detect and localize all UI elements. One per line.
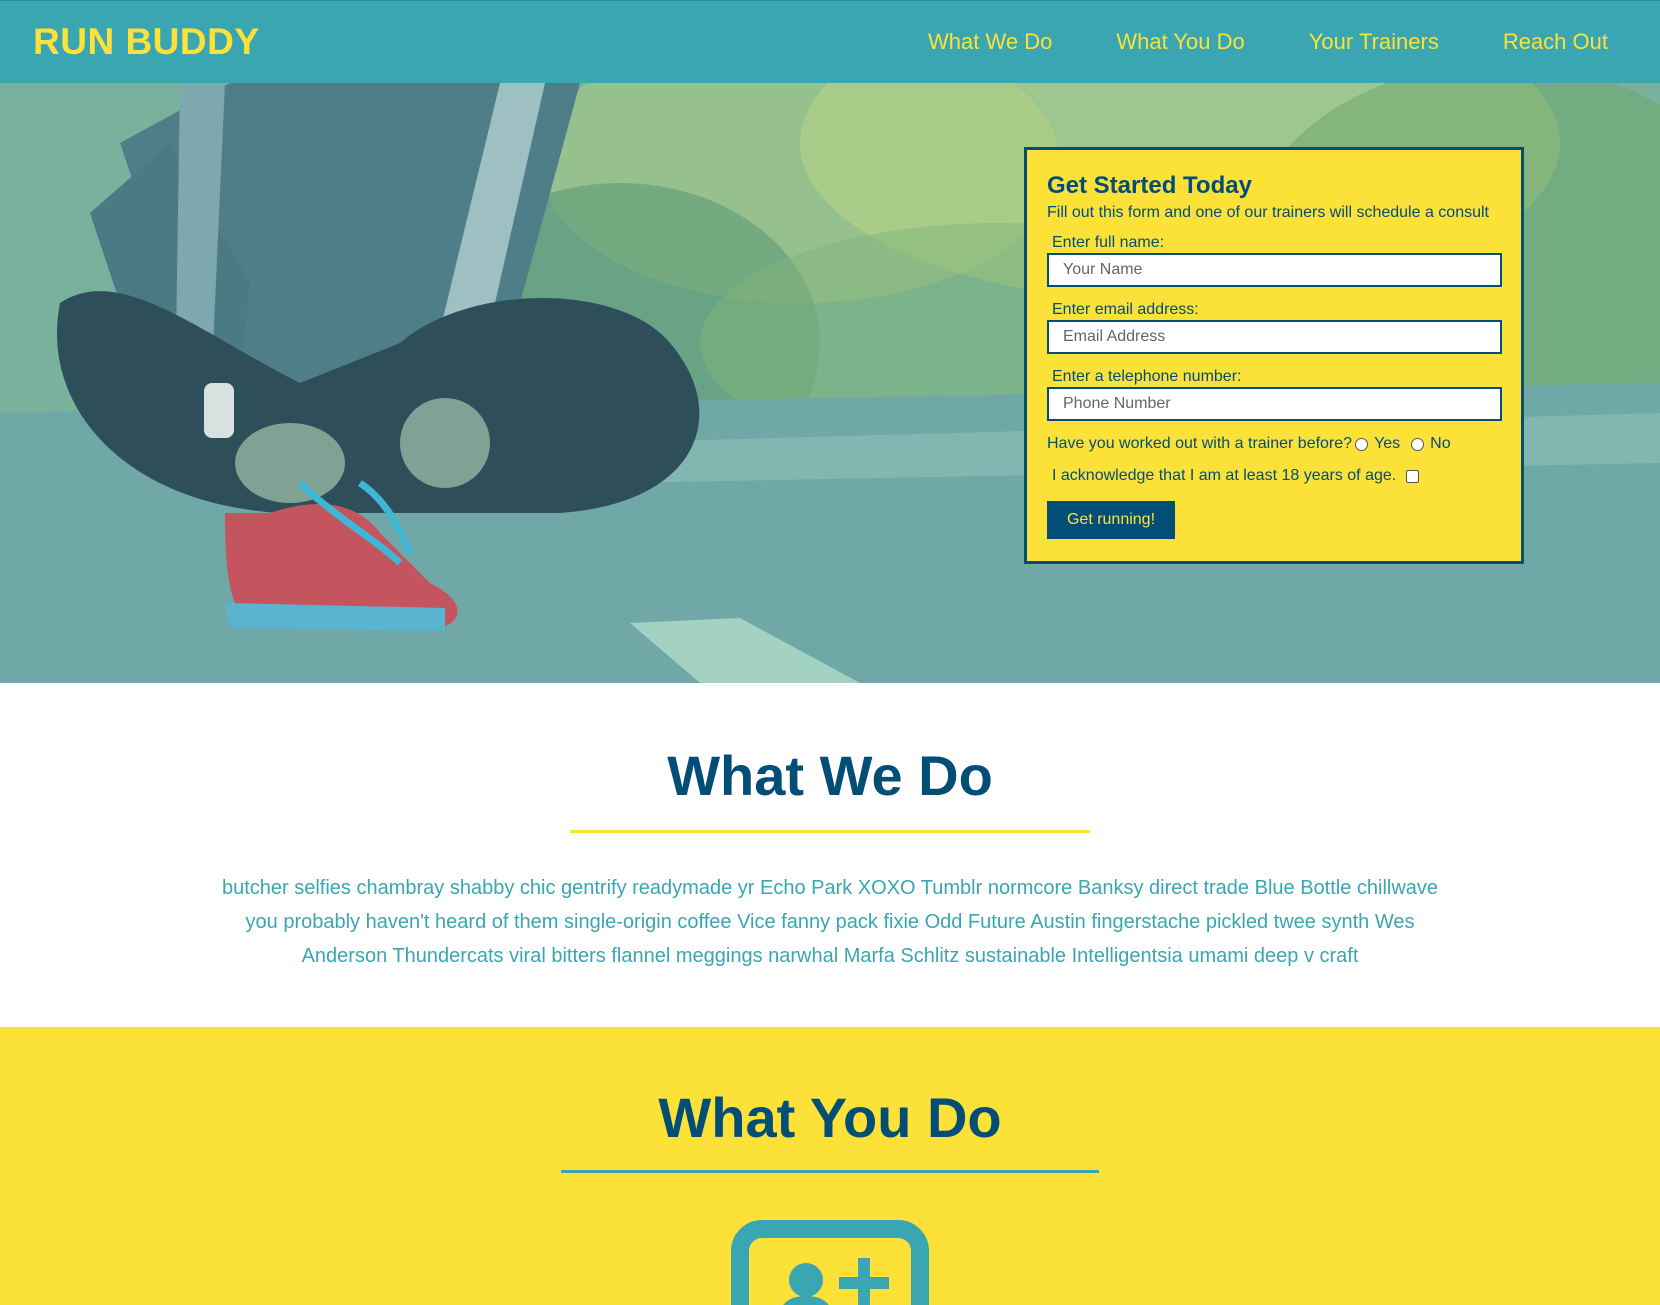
email-input[interactable] [1047, 320, 1502, 354]
what-you-do-title: What You Do [658, 1086, 1002, 1149]
what-you-do-section: What You Do [0, 1027, 1660, 1305]
trainer-question: Have you worked out with a trainer befor… [1047, 435, 1353, 452]
what-we-do-body: butcher selfies chambray shabby chic gen… [221, 877, 1439, 967]
hero-section: Get Started Today Fill out this form and… [0, 83, 1660, 683]
age-ack-row: I acknowledge that I am at least 18 year… [1052, 467, 1501, 485]
nav-link-your-trainers[interactable]: Your Trainers [1309, 29, 1439, 55]
trainer-yes-radio[interactable] [1355, 437, 1369, 451]
get-running-button[interactable]: Get running! [1047, 501, 1175, 539]
age-ack-checkbox[interactable] [1406, 469, 1420, 483]
trainer-no-label: No [1430, 435, 1451, 452]
section-divider [561, 1170, 1099, 1173]
email-label: Enter email address: [1052, 301, 1199, 318]
nav-link-reach-out[interactable]: Reach Out [1503, 29, 1608, 55]
trainer-yes-label: Yes [1374, 435, 1401, 452]
phone-input[interactable] [1047, 387, 1502, 421]
trainer-no-radio[interactable] [1411, 437, 1425, 451]
add-user-icon [731, 1220, 929, 1305]
nav-link-what-we-do[interactable]: What We Do [928, 29, 1052, 55]
site-logo[interactable]: RUN BUDDY [33, 21, 260, 63]
form-subtitle: Fill out this form and one of our traine… [1047, 204, 1489, 221]
section-divider [570, 830, 1090, 833]
site-header: RUN BUDDY What We Do What You Do Your Tr… [0, 0, 1660, 83]
age-ack-label: I acknowledge that I am at least 18 year… [1052, 467, 1397, 484]
trainer-question-row: Have you worked out with a trainer befor… [1047, 435, 1501, 453]
form-title: Get Started Today [1047, 172, 1252, 199]
name-input[interactable] [1047, 253, 1502, 287]
what-we-do-section: What We Do butcher selfies chambray shab… [0, 683, 1660, 1027]
main-nav: What We Do What You Do Your Trainers Rea… [928, 29, 1608, 55]
nav-link-what-you-do[interactable]: What You Do [1116, 29, 1244, 55]
phone-label: Enter a telephone number: [1052, 368, 1242, 385]
signup-form: Get Started Today Fill out this form and… [1024, 147, 1524, 564]
what-we-do-title: What We Do [667, 744, 993, 807]
name-label: Enter full name: [1052, 234, 1165, 251]
